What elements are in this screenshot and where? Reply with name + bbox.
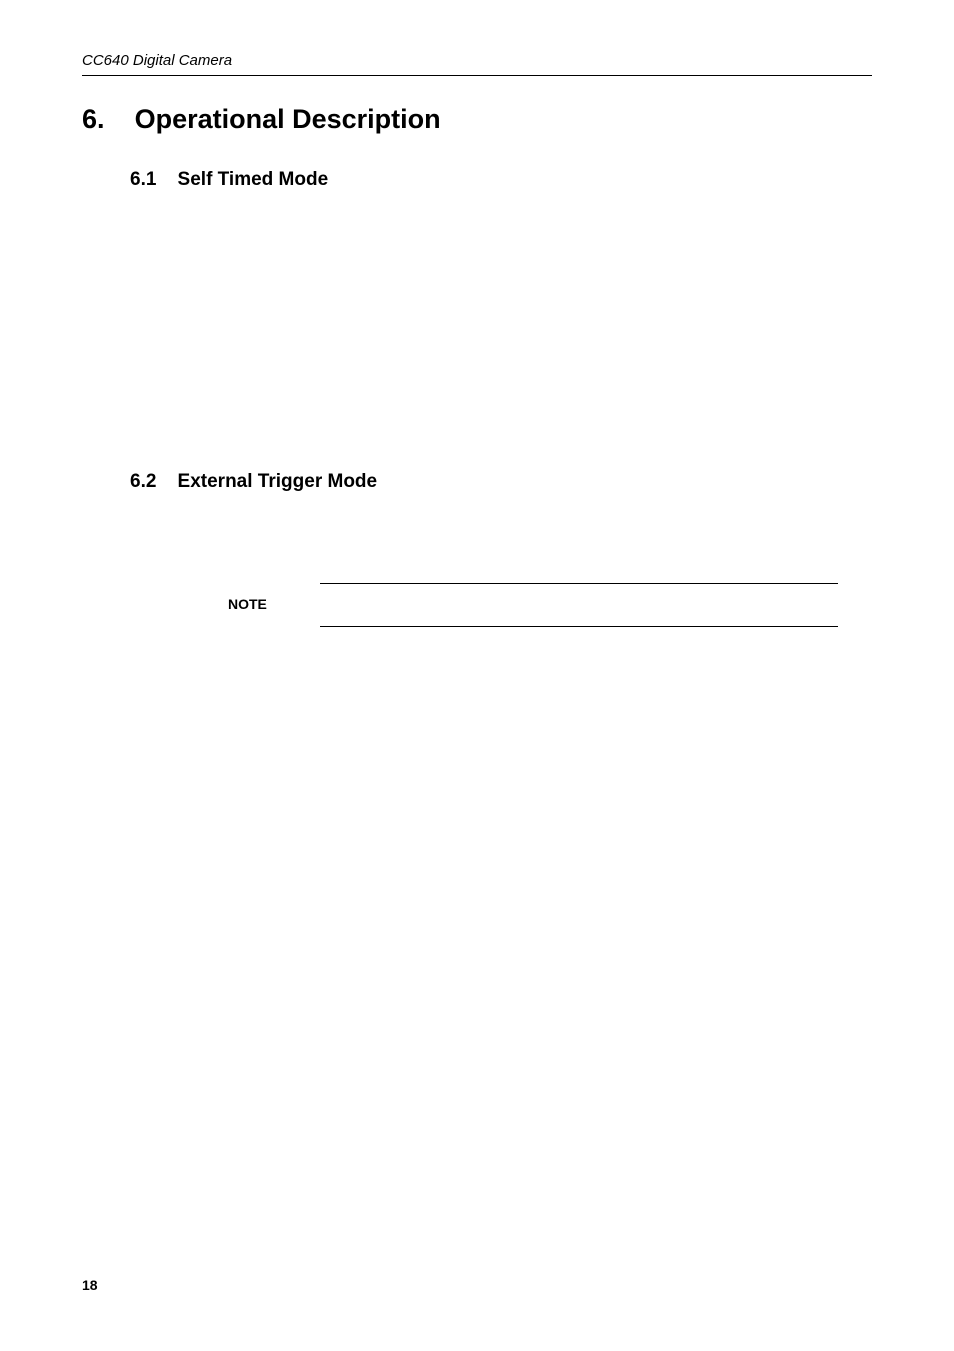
- note-divider-top: [320, 583, 838, 584]
- section-title: Operational Description: [135, 104, 441, 134]
- section-heading-6: 6. Operational Description: [82, 104, 872, 135]
- page-number: 18: [82, 1277, 98, 1293]
- section-number: 6.: [82, 104, 105, 134]
- subsection-title: External Trigger Mode: [178, 471, 378, 492]
- note-divider-bottom: [320, 626, 838, 627]
- subsection-heading-6-1: 6.1 Self Timed Mode: [130, 169, 872, 191]
- subsection-number: 6.1: [130, 169, 156, 190]
- note-block: NOTE: [228, 583, 838, 627]
- header-divider: [82, 75, 872, 76]
- note-label: NOTE: [228, 596, 267, 612]
- subsection-number: 6.2: [130, 471, 156, 492]
- running-header: CC640 Digital Camera: [82, 52, 872, 69]
- subsection-heading-6-2: 6.2 External Trigger Mode: [130, 471, 872, 493]
- subsection-title: Self Timed Mode: [178, 169, 329, 190]
